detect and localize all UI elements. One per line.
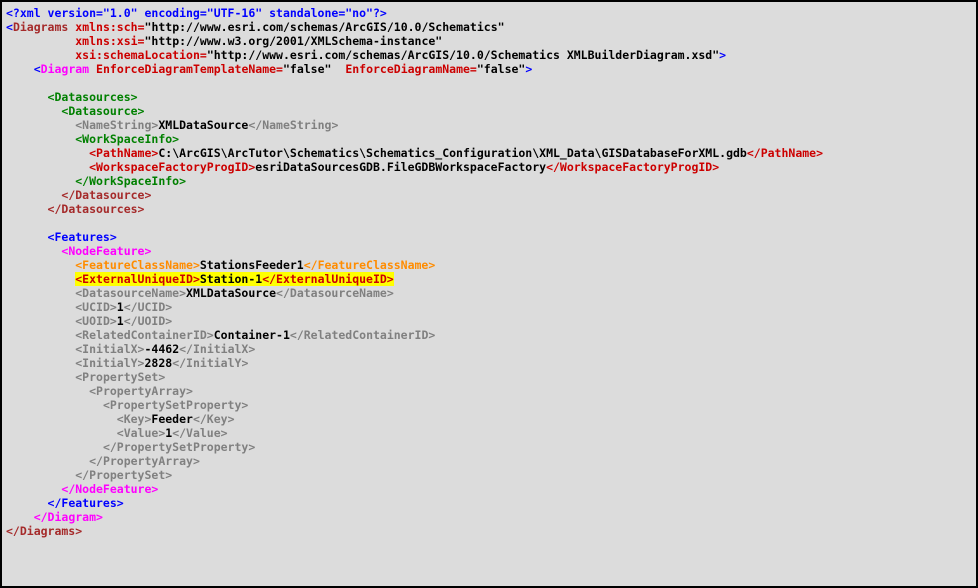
xml-code-block: <?xml version="1.0" encoding="UTF-16" st… (2, 2, 976, 542)
xml-declaration: <?xml version="1.0" encoding="UTF-16" st… (6, 6, 387, 20)
